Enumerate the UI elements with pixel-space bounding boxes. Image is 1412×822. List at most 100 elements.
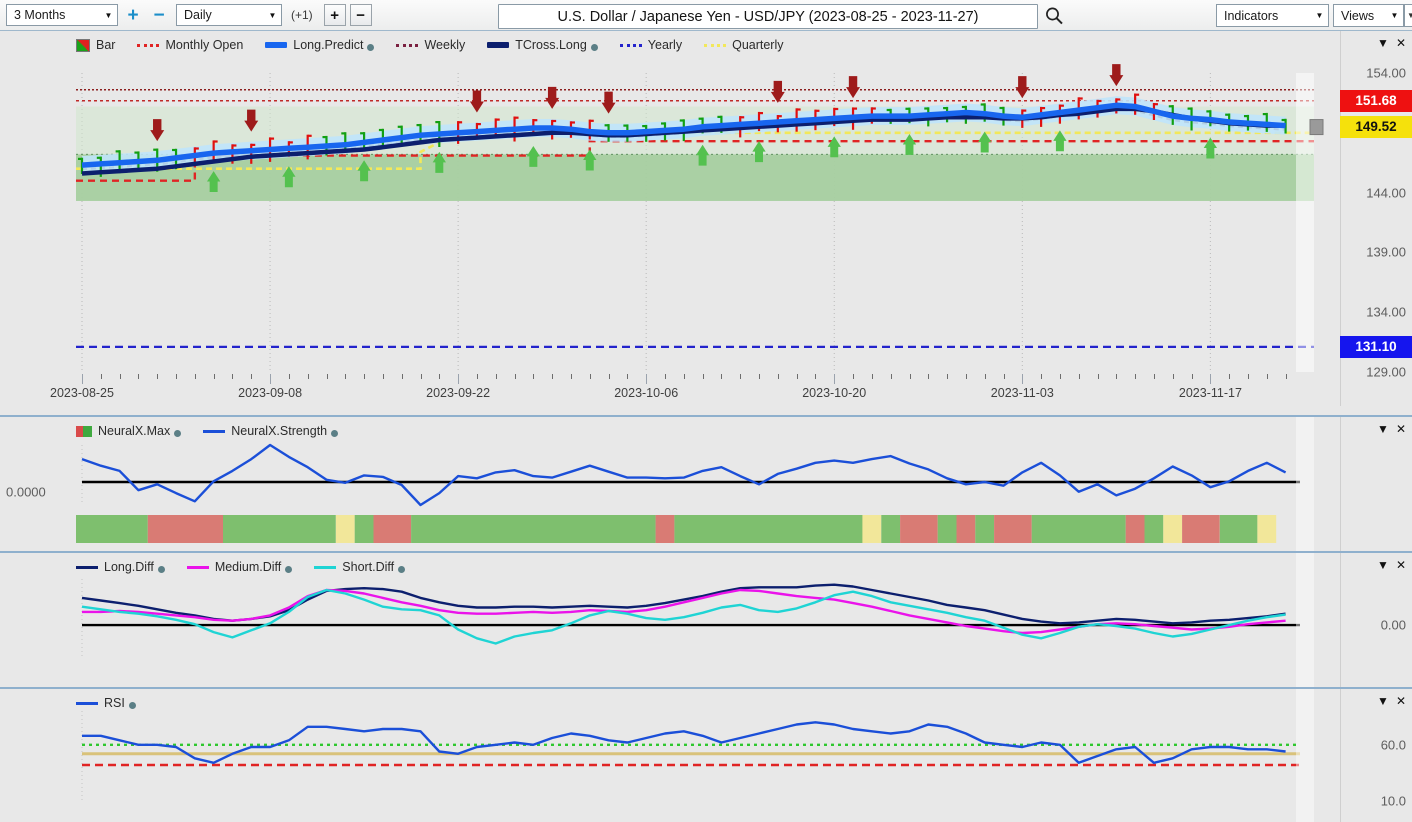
diff-tick-label: 0.00 [1380,617,1406,633]
diff-axis[interactable]: 0.00 [1340,553,1412,689]
period-decrease-button[interactable]: − [148,4,170,26]
date-tick-mark [721,374,723,379]
price-plot-area[interactable] [76,31,1336,406]
legend-settings-dot-icon[interactable] [331,430,339,437]
date-tick-label: 2023-11-17 [1178,386,1242,400]
legend-item-weekly[interactable]: Weekly [396,38,465,52]
date-tick-mark [1266,374,1268,379]
date-tick-mark [514,374,516,379]
dashed-line-swatch-icon [704,43,727,47]
views-select-value: Views [1341,8,1375,23]
period-select-value: 3 Months [14,8,66,22]
collapse-icon[interactable]: ▼ [1377,36,1389,50]
legend-settings-dot-icon[interactable] [174,430,182,437]
legend-item-long-diff[interactable]: Long.Diff [76,560,165,574]
legend-label: Short.Diff [342,560,395,574]
date-tick-mark [853,374,854,379]
legend-label: TCross.Long [515,38,587,52]
search-icon[interactable] [1044,6,1064,26]
close-icon[interactable]: ✕ [1396,694,1406,708]
rsi-tick-label: 60.0 [1380,737,1406,753]
price-tick-label: 144.00 [1366,185,1406,201]
overflow-select[interactable]: ▼ [1404,4,1412,27]
legend-settings-dot-icon[interactable] [157,566,165,573]
date-tick-mark [251,374,253,379]
legend-label: Long.Predict [293,38,364,52]
date-tick-mark [495,374,497,379]
legend-label: Bar [96,38,116,52]
date-tick-mark [176,374,177,379]
line-swatch-icon [76,701,98,705]
date-tick-mark [702,374,704,379]
close-icon[interactable]: ✕ [1396,422,1406,436]
legend-item-monthly-open[interactable]: Monthly Open [137,38,243,52]
date-tick-label: 2023-09-22 [426,386,491,400]
date-tick-mark [608,374,610,379]
date-tick-mark [1135,374,1137,379]
legend-settings-dot-icon[interactable] [398,566,406,573]
legend-settings-dot-icon[interactable] [285,566,293,573]
date-tick-mark [834,374,836,384]
symbol-input[interactable]: U.S. Dollar / Japanese Yen - USD/JPY (20… [498,4,1038,29]
date-tick-mark [1172,374,1174,379]
legend-settings-dot-icon[interactable] [367,44,375,51]
chevron-down-icon: ▼ [1315,11,1324,20]
offset-increase-button[interactable]: + [323,4,346,26]
period-increase-button[interactable]: + [122,4,144,26]
neuralx-axis[interactable] [1340,417,1412,553]
neuralx-max-swatch-icon [76,425,92,437]
neuralx-panel: NeuralX.Max NeuralX.Strength ▼ ✕ 0.0000 [0,417,1412,553]
date-tick-label: 2023-09-08 [238,386,303,400]
date-tick-mark [100,374,102,379]
legend-item-bar[interactable]: Bar [76,38,115,52]
views-select[interactable]: Views ▼ [1333,4,1404,27]
price-tick-label: 139.00 [1366,244,1406,260]
date-tick-mark [138,374,140,379]
close-icon[interactable]: ✕ [1396,558,1406,572]
collapse-icon[interactable]: ▼ [1377,694,1389,708]
date-tick-mark [194,374,196,379]
offset-decrease-button[interactable]: − [349,4,372,26]
rsi-plot-area[interactable] [76,689,1336,822]
collapse-icon[interactable]: ▼ [1377,422,1389,436]
legend-item-neuralx-max[interactable]: NeuralX.Max [76,424,182,438]
date-tick-mark [307,374,309,379]
date-tick-mark [777,374,779,379]
chevron-down-icon: ▼ [1390,11,1399,20]
dashed-line-swatch-icon [619,43,642,47]
period-select[interactable]: 3 Months ▼ [6,4,118,26]
diff-legend: Long.Diff Medium.Diff Short.Diff [76,560,427,574]
date-tick-mark [476,374,478,379]
legend-item-long-predict[interactable]: Long.Predict [265,38,375,52]
price-axis[interactable]: 154.00 144.00 139.00 134.00 129.00 151.68 149.… [1340,31,1412,406]
legend-item-neuralx-strength[interactable]: NeuralX.Strength [203,424,339,438]
legend-item-yearly[interactable]: Yearly [619,38,682,52]
legend-label: Quarterly [732,38,784,52]
legend-item-short-diff[interactable]: Short.Diff [314,560,406,574]
date-tick-mark [458,374,460,384]
close-icon[interactable]: ✕ [1396,36,1406,50]
date-tick-mark [759,374,760,379]
legend-item-quarterly[interactable]: Quarterly [704,38,784,52]
indicators-select[interactable]: Indicators ▼ [1216,4,1329,27]
legend-item-rsi[interactable]: RSI [76,696,136,710]
chevron-down-icon: ▼ [268,10,277,20]
date-tick-mark [1229,374,1231,379]
collapse-icon[interactable]: ▼ [1377,558,1389,572]
date-tick-mark [1153,374,1155,379]
price-chart-legend: Bar Monthly Open Long.Predict Weekly TCross.… [76,38,806,52]
legend-settings-dot-icon[interactable] [590,44,598,51]
legend-settings-dot-icon[interactable] [128,702,136,709]
date-tick-mark [589,374,591,379]
line-swatch-icon [314,565,337,569]
legend-item-medium-diff[interactable]: Medium.Diff [186,560,293,574]
legend-item-tcross-long[interactable]: TCross.Long [487,38,598,52]
line-swatch-icon [76,565,98,569]
interval-select[interactable]: Daily ▼ [176,4,282,26]
rsi-axis[interactable]: 60.0 10.0 [1340,689,1412,822]
date-tick-mark [909,374,911,379]
date-tick-label: 2023-08-25 [50,386,114,400]
date-tick-mark [627,374,629,379]
legend-label: Monthly Open [165,38,244,52]
legend-label: NeuralX.Max [98,424,171,438]
